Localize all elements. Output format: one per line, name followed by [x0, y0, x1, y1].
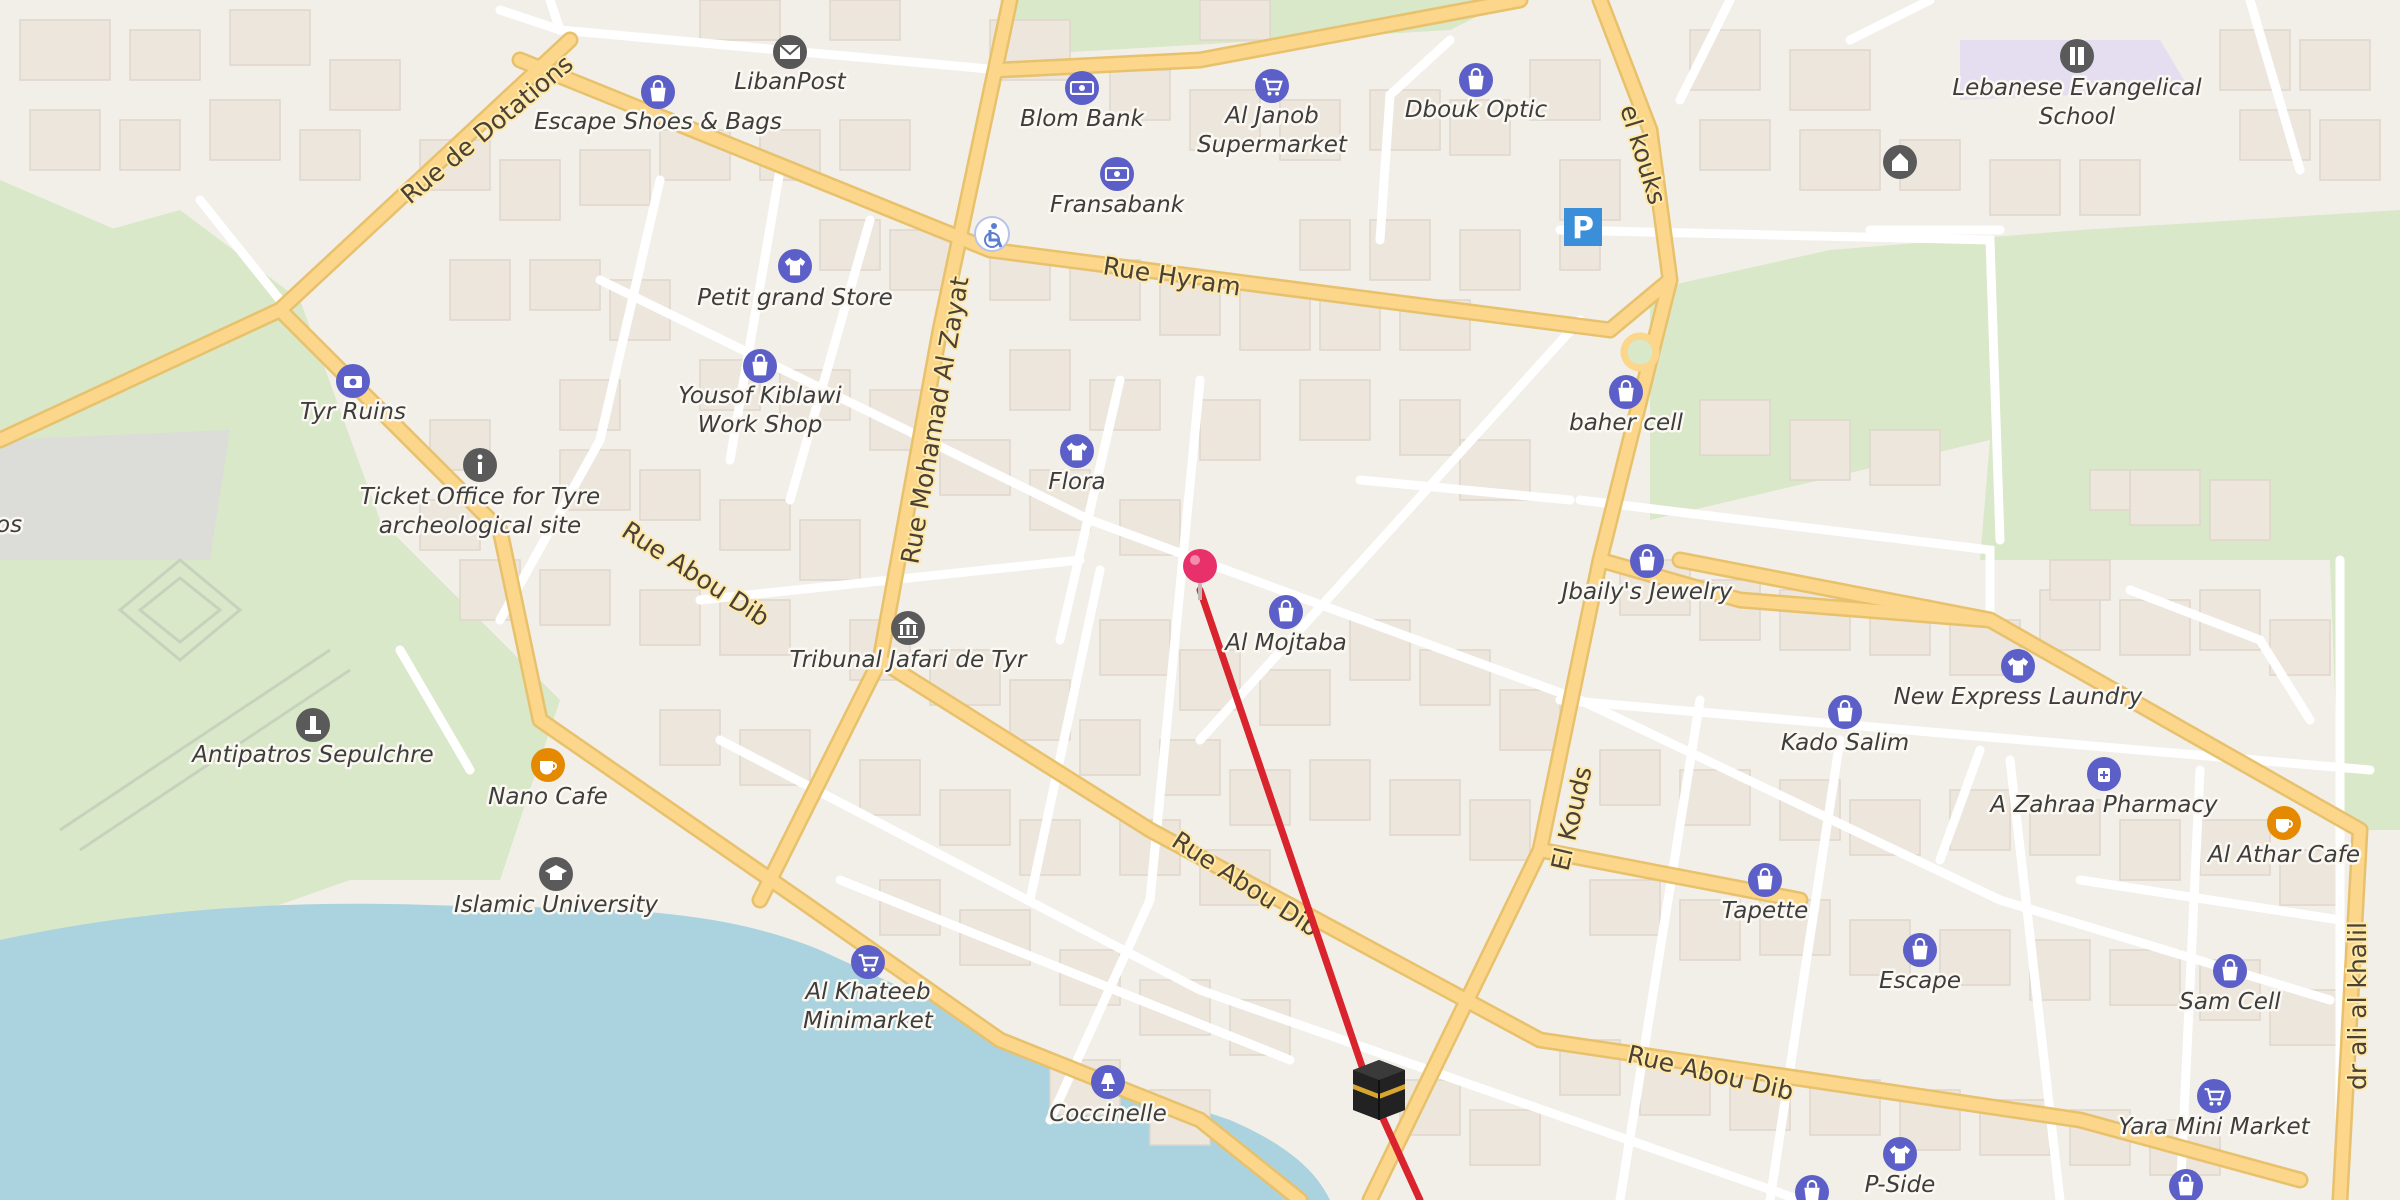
- poi-label: Yara Mini Market: [2118, 1114, 2310, 1140]
- shopping-bag-icon: [1903, 933, 1937, 967]
- street-label-dr-ali-al-khalil: dr ali al khalil: [2343, 922, 2372, 1090]
- shirt-icon: [1883, 1137, 1917, 1171]
- poi-label: Al Mojtaba: [1223, 630, 1347, 656]
- poi-label: Nano Cafe: [488, 784, 608, 810]
- poi-label: baher cell: [1569, 410, 1683, 436]
- shirt-icon: [778, 249, 812, 283]
- poi-label: Blom Bank: [1020, 106, 1145, 132]
- shirt-icon: [1060, 434, 1094, 468]
- poi-label: Escape Shoes & Bags: [534, 109, 782, 135]
- shopping-bag-icon: [743, 349, 777, 383]
- pharmacy-icon: [2087, 757, 2121, 791]
- poi-label: Dbouk Optic: [1405, 97, 1548, 123]
- poi-label: Escape: [1879, 968, 1961, 994]
- poi-label: Islamic University: [454, 892, 658, 918]
- kaaba-icon[interactable]: [1353, 1060, 1405, 1120]
- edge-label: os: [0, 512, 22, 538]
- poi-label: New Express Laundry: [1894, 684, 2143, 710]
- graduation-cap-icon: [539, 857, 573, 891]
- shopping-bag-icon: [1269, 595, 1303, 629]
- poi-label: Fransabank: [1050, 192, 1186, 218]
- coffee-cup-icon: [2267, 806, 2301, 840]
- monument-icon: [1883, 145, 1917, 179]
- shopping-bag-icon: [1630, 544, 1664, 578]
- map-canvas[interactable]: P Rue de Dotations Rue Hyram Rue Mohamad…: [0, 0, 2400, 1200]
- shirt-icon: [2001, 649, 2035, 683]
- lamp-icon: [1091, 1065, 1125, 1099]
- poi-label: P-Side: [1865, 1172, 1936, 1198]
- poi-label: Al Athar Cafe: [2206, 842, 2360, 868]
- monument-icon: [296, 708, 330, 742]
- poi-label: Sam Cell: [2179, 989, 2281, 1015]
- banknote-icon: [1100, 157, 1134, 191]
- wheelchair-icon: [974, 216, 1010, 252]
- shopping-cart-icon: [851, 945, 885, 979]
- shopping-bag-icon: [1459, 63, 1493, 97]
- envelope-icon: [773, 35, 807, 69]
- poi-label: LibanPost: [734, 69, 846, 95]
- camera-icon: [336, 364, 370, 398]
- shopping-bag-icon: [1609, 375, 1643, 409]
- poi-label: Tribunal Jafari de Tyr: [789, 647, 1028, 673]
- poi-label: Tyr Ruins: [300, 399, 406, 425]
- shopping-bag-icon: [641, 75, 675, 109]
- poi-label: Antipatros Sepulchre: [190, 742, 433, 768]
- banknote-icon: [1065, 71, 1099, 105]
- poi-label: Kado Salim: [1781, 730, 1909, 756]
- poi-label: Coccinelle: [1049, 1101, 1166, 1127]
- poi-label: A Zahraa Pharmacy: [1988, 792, 2218, 818]
- school-icon: [2060, 39, 2094, 73]
- courthouse-icon: [891, 611, 925, 645]
- poi-label: Petit grand Store: [697, 285, 893, 311]
- shopping-cart-icon: [2197, 1079, 2231, 1113]
- poi-label: Flora: [1048, 469, 1105, 495]
- info-icon: [463, 448, 497, 482]
- poi-label: Tapette: [1722, 898, 1809, 924]
- parking-label: P: [1572, 211, 1594, 246]
- parking-icon[interactable]: P: [1564, 208, 1602, 246]
- shopping-bag-icon: [2213, 954, 2247, 988]
- shopping-bag-icon: [1828, 695, 1862, 729]
- shopping-bag-icon: [1748, 863, 1782, 897]
- poi-label: Jbaily's Jewelry: [1558, 579, 1733, 605]
- coffee-cup-icon: [531, 748, 565, 782]
- shopping-cart-icon: [1255, 69, 1289, 103]
